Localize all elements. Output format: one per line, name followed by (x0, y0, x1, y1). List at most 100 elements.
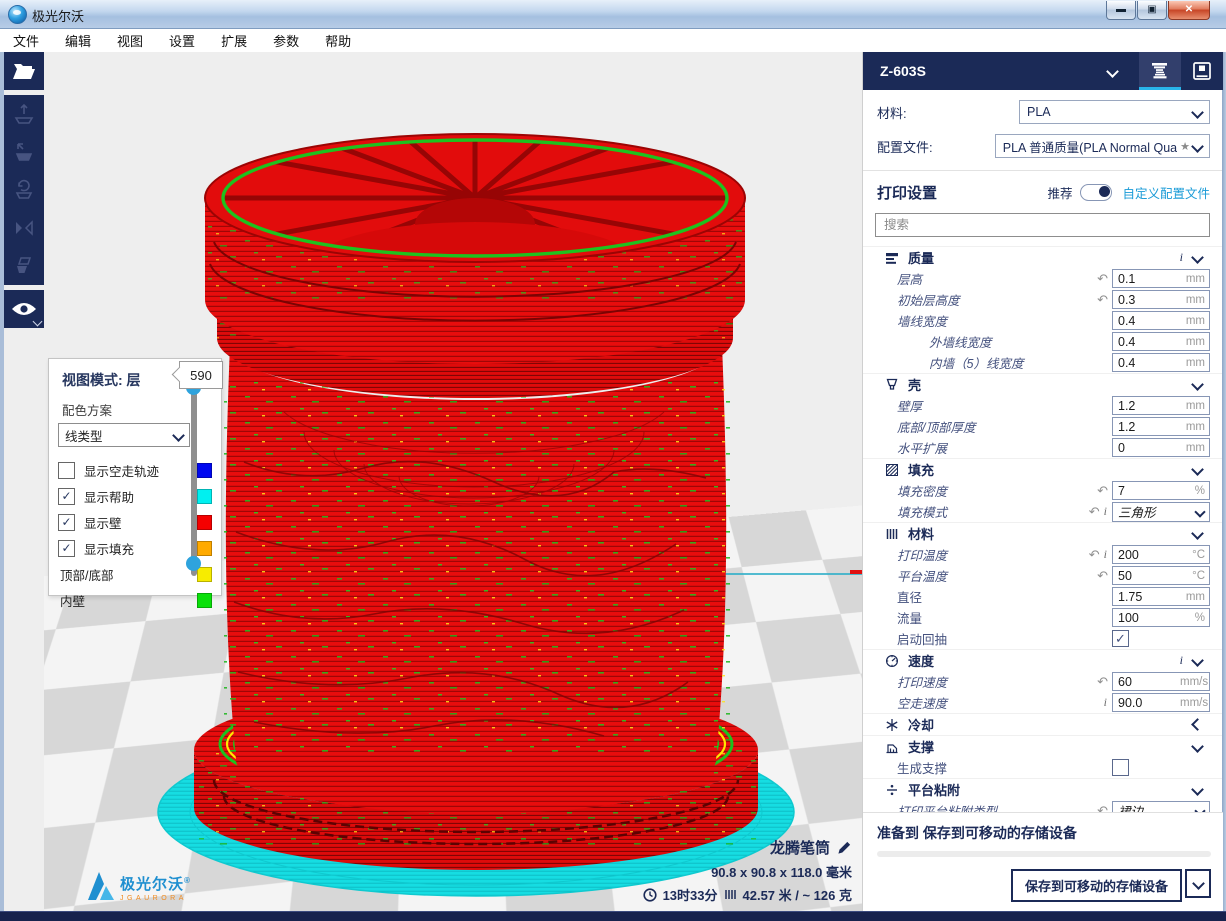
save-options-button[interactable] (1185, 869, 1211, 898)
setting-input[interactable] (1113, 313, 1180, 329)
info-icon[interactable]: i (1104, 504, 1107, 519)
menu-item-6[interactable]: 参数 (260, 31, 312, 50)
menu-item-4[interactable]: 设置 (156, 31, 208, 50)
section-header-cooling[interactable]: 冷却 (863, 713, 1222, 735)
undo-icon[interactable]: ↶ (1097, 675, 1108, 688)
section-header-adhesion[interactable]: 平台粘附 (863, 778, 1222, 800)
layer-slider-lower-handle[interactable] (186, 556, 201, 571)
undo-icon[interactable]: ↶ (1097, 293, 1108, 306)
info-icon[interactable]: i (1104, 695, 1107, 710)
section-header-quality[interactable]: 质量i (863, 246, 1222, 268)
open-file-button[interactable] (4, 52, 44, 90)
section-header-infill[interactable]: 填充 (863, 458, 1222, 480)
setting-input[interactable] (1113, 674, 1180, 690)
section-header-material[interactable]: 材料 (863, 522, 1222, 544)
section-header-support[interactable]: 支撑 (863, 735, 1222, 757)
setting-input[interactable] (1113, 334, 1180, 350)
setting-value-box[interactable]: mm (1112, 353, 1210, 372)
printer-name[interactable]: Z-603S (880, 63, 1108, 79)
chevron-down-icon[interactable] (1191, 527, 1204, 540)
setting-value-box[interactable]: % (1112, 481, 1210, 500)
chevron-left-icon[interactable] (1191, 718, 1204, 731)
rotate-tool-button[interactable] (4, 171, 44, 209)
info-icon[interactable]: i (1104, 547, 1107, 562)
chevron-down-icon[interactable] (1191, 251, 1204, 264)
edit-model-name-icon[interactable] (837, 840, 852, 855)
viewport-3d[interactable]: 视图模式: 层 配色方案 线类型 显示空走轨迹✓显示帮助✓显示壁✓显示填充顶部/… (44, 52, 862, 912)
setting-input[interactable] (1113, 547, 1180, 563)
undo-icon[interactable]: ↶ (1097, 272, 1108, 285)
setting-value-box[interactable]: mm (1112, 311, 1210, 330)
setting-checkbox[interactable]: ✓ (1112, 630, 1129, 647)
minimize-button[interactable]: ▬ (1106, 1, 1136, 20)
material-dropdown[interactable]: PLA (1019, 100, 1210, 124)
chevron-down-icon[interactable] (1191, 740, 1204, 753)
setting-value-box[interactable]: °C (1112, 566, 1210, 585)
setting-value-box[interactable]: mm/s (1112, 672, 1210, 691)
setting-value-box[interactable]: mm (1112, 332, 1210, 351)
menu-item-7[interactable]: 帮助 (312, 31, 364, 50)
undo-icon[interactable]: ↶ (1089, 548, 1100, 561)
scale-tool-button[interactable] (4, 133, 44, 171)
setting-input[interactable] (1113, 440, 1180, 456)
setting-input[interactable] (1113, 292, 1180, 308)
info-icon[interactable]: i (1180, 653, 1183, 668)
undo-icon[interactable]: ↶ (1097, 569, 1108, 582)
legend-checkbox[interactable]: ✓ (58, 488, 75, 505)
setting-value-box[interactable]: mm (1112, 417, 1210, 436)
setting-input[interactable] (1113, 483, 1180, 499)
setting-select[interactable]: 三角形 (1112, 502, 1210, 522)
settings-search-input[interactable] (882, 217, 1203, 233)
setting-input[interactable] (1113, 271, 1180, 287)
section-header-shell[interactable]: 壳 (863, 373, 1222, 395)
chevron-down-icon[interactable] (1191, 654, 1204, 667)
multiply-tool-button[interactable] (4, 247, 44, 285)
move-tool-button[interactable] (4, 95, 44, 133)
setting-value-box[interactable]: % (1112, 608, 1210, 627)
brand-name: 极光尔沃 (120, 876, 184, 893)
setting-input[interactable] (1113, 568, 1180, 584)
layer-slider-track[interactable] (191, 376, 197, 576)
section-header-speed[interactable]: 速度i (863, 649, 1222, 671)
chevron-down-icon[interactable] (1191, 463, 1204, 476)
menu-item-2[interactable]: 编辑 (52, 31, 104, 50)
setting-input[interactable] (1113, 419, 1180, 435)
setting-input[interactable] (1113, 589, 1180, 605)
undo-icon[interactable]: ↶ (1097, 484, 1108, 497)
undo-icon[interactable]: ↶ (1089, 505, 1100, 518)
recommended-custom-toggle[interactable] (1080, 184, 1112, 201)
save-to-removable-button[interactable]: 保存到可移动的存储设备 (1011, 869, 1182, 902)
tab-monitor[interactable] (1181, 52, 1223, 90)
close-button[interactable]: ✕ (1168, 1, 1210, 20)
menu-item-3[interactable]: 视图 (104, 31, 156, 50)
menu-item-1[interactable]: 文件 (0, 31, 52, 50)
setting-value-box[interactable]: mm (1112, 290, 1210, 309)
custom-profile-link[interactable]: 自定义配置文件 (1122, 183, 1210, 202)
profile-dropdown[interactable]: PLA 普通质量(PLA Normal Qua ★ (995, 134, 1210, 158)
setting-value-box[interactable]: mm (1112, 396, 1210, 415)
setting-value-box[interactable]: mm (1112, 438, 1210, 457)
setting-value-box[interactable]: mm (1112, 269, 1210, 288)
settings-search[interactable] (875, 213, 1210, 237)
maximize-button[interactable]: ▣ (1137, 1, 1167, 20)
mirror-tool-button[interactable] (4, 209, 44, 247)
menu-item-5[interactable]: 扩展 (208, 31, 260, 50)
setting-input[interactable] (1113, 695, 1180, 711)
setting-checkbox[interactable] (1112, 759, 1129, 776)
chevron-down-icon[interactable] (1191, 378, 1204, 391)
setting-value-box[interactable]: mm/s (1112, 693, 1210, 712)
setting-input[interactable] (1113, 355, 1180, 371)
legend-checkbox[interactable] (58, 462, 75, 479)
setting-value-box[interactable]: °C (1112, 545, 1210, 564)
layer-slider[interactable] (190, 368, 198, 584)
setting-value-box[interactable]: mm (1112, 587, 1210, 606)
setting-input[interactable] (1113, 398, 1180, 414)
legend-checkbox[interactable]: ✓ (58, 540, 75, 557)
color-scheme-dropdown[interactable]: 线类型 (58, 423, 190, 447)
info-icon[interactable]: i (1180, 250, 1183, 265)
chevron-down-icon[interactable] (1106, 65, 1119, 78)
legend-checkbox[interactable]: ✓ (58, 514, 75, 531)
tab-preview[interactable] (1139, 52, 1181, 90)
setting-input[interactable] (1113, 610, 1180, 626)
chevron-down-icon[interactable] (1191, 783, 1204, 796)
